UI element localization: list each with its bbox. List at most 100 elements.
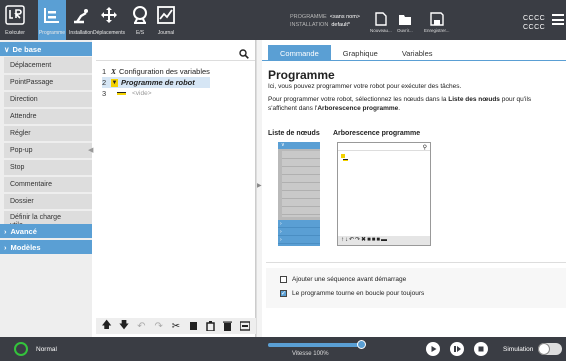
installation-tab[interactable]: Installation: [69, 4, 93, 38]
tree-divider: [96, 60, 255, 61]
section-advanced[interactable]: › Avancé: [0, 224, 92, 238]
nav-item-stop[interactable]: Stop: [4, 160, 92, 176]
play-icon: [431, 346, 437, 352]
new-file-label: Nouveau...: [370, 28, 392, 33]
expand-arrow-icon[interactable]: ▶: [257, 182, 262, 189]
menu-icon[interactable]: [552, 14, 564, 25]
options-box: Ajouter une séquence avant démarrage ✓ L…: [266, 268, 566, 308]
tree-node-label: <vide>: [132, 90, 152, 97]
user-line-1: CCCC: [523, 15, 546, 22]
tab-underline: [262, 60, 566, 61]
move-up-icon[interactable]: 🡅: [101, 320, 113, 332]
simulation-label: Simulation: [503, 346, 534, 353]
copy-icon[interactable]: [187, 320, 199, 332]
section-templates[interactable]: › Modèles: [0, 240, 92, 254]
ur-logo-icon: [4, 4, 26, 26]
mini-toolbar: ↑↓↶↷✖■■■▬: [338, 236, 430, 245]
stop-button[interactable]: [474, 342, 488, 356]
instr-node-list: Liste des nœuds: [448, 96, 500, 103]
program-tree-panel: 1 X Configuration des variables 2 ▼ Prog…: [96, 40, 256, 337]
divider: [266, 262, 566, 263]
empty-node-icon-small: [343, 159, 348, 161]
search-icon[interactable]: [239, 46, 249, 64]
speed-slider-knob[interactable]: [357, 340, 366, 349]
line-number: 2: [102, 78, 107, 87]
section-advanced-label: Avancé: [10, 226, 37, 236]
checkbox-loop-forever[interactable]: ✓: [280, 290, 287, 297]
redo-icon[interactable]: ↷: [153, 320, 165, 332]
chevron-right-icon: ›: [4, 226, 7, 236]
node-category-nav: ∨ De base Déplacement PointPassage Direc…: [0, 40, 92, 337]
program-icon: [41, 4, 63, 26]
cut-icon[interactable]: ✂: [170, 320, 182, 332]
user-line-2: CCCC: [523, 24, 546, 31]
loop-forever-option[interactable]: ✓ Le programme tourne en boucle pour tou…: [280, 290, 424, 297]
variable-x-icon: X: [111, 67, 117, 76]
nav-item-comment[interactable]: Commentaire: [4, 177, 92, 193]
panel-instructions: Pour programmer votre robot, sélectionne…: [268, 96, 560, 113]
add-before-start-option[interactable]: Ajouter une séquence avant démarrage: [280, 276, 406, 283]
tab-command[interactable]: Commande: [268, 45, 331, 61]
delete-icon[interactable]: [222, 320, 234, 332]
empty-node-icon: [117, 92, 126, 95]
section-basic[interactable]: ∨ De base: [0, 42, 92, 56]
nav-item-waypoint[interactable]: PointPassage: [4, 75, 92, 91]
play-button[interactable]: [426, 342, 440, 356]
nav-item-popup[interactable]: Pop-up: [4, 143, 92, 159]
paste-icon[interactable]: [205, 320, 217, 332]
run-tab[interactable]: Exécuter: [4, 4, 26, 38]
tree-node-robot-program[interactable]: 2 ▼ Programme de robot: [102, 77, 210, 88]
node-list-sections: › › ›: [278, 220, 320, 246]
simulation-toggle[interactable]: [538, 343, 562, 355]
program-info: PROGRAMME <sans nom> INSTALLATION defaul…: [290, 14, 360, 29]
tree-toolbar: 🡅 🡇 ↶ ↷ ✂: [96, 318, 256, 334]
run-label: Exécuter: [5, 30, 25, 36]
nav-item-label: Déplacement: [10, 61, 52, 69]
new-file-button[interactable]: Nouveau...: [370, 12, 392, 33]
open-file-button[interactable]: Ouvrir...: [397, 12, 413, 33]
stop-icon: [478, 346, 484, 352]
tree-node-empty[interactable]: 3 <vide>: [102, 88, 252, 99]
checkbox-add-before-start[interactable]: [280, 276, 287, 283]
nav-item-set[interactable]: Régler: [4, 126, 92, 142]
tab-variables[interactable]: Variables: [390, 45, 445, 61]
line-number: 3: [102, 89, 107, 98]
program-tab[interactable]: Programme: [38, 0, 66, 40]
program-name: <sans nom>: [329, 14, 361, 20]
power-status-icon[interactable]: [14, 342, 28, 356]
undo-icon[interactable]: ↶: [135, 320, 147, 332]
move-arrows-icon: [98, 4, 120, 26]
nav-item-wait[interactable]: Attendre: [4, 109, 92, 125]
new-file-icon: [375, 12, 387, 26]
nav-item-direction[interactable]: Direction: [4, 92, 92, 108]
instr-text-a: Pour programmer votre robot, sélectionne…: [268, 96, 449, 103]
program-tree-label: Arborescence programme: [333, 130, 421, 137]
tab-label: Graphique: [342, 48, 378, 58]
io-label: E/S: [135, 30, 145, 36]
user-info: CCCC CCCC: [523, 14, 545, 32]
speed-slider[interactable]: [268, 340, 366, 349]
io-tab[interactable]: E/S: [130, 4, 150, 38]
nav-item-move[interactable]: Déplacement: [4, 57, 92, 74]
tab-graphics[interactable]: Graphique: [331, 45, 390, 61]
tree-node-variables[interactable]: 1 X Configuration des variables: [102, 66, 252, 77]
program-info-label: PROGRAMME: [290, 14, 327, 20]
collapse-nav-icon[interactable]: ◀: [88, 146, 96, 154]
move-tab[interactable]: Déplacements: [93, 4, 125, 38]
save-file-button[interactable]: Enregistrer...: [424, 12, 450, 33]
folder-icon: [398, 15, 411, 25]
nav-item-folder[interactable]: Dossier: [4, 194, 92, 210]
move-down-icon[interactable]: 🡇: [118, 320, 130, 332]
step-button[interactable]: [450, 342, 464, 356]
speed-slider-fill: [268, 343, 362, 347]
log-tab[interactable]: Journal: [155, 4, 177, 38]
program-node-icon: ▼: [111, 78, 118, 87]
nav-item-label: Direction: [10, 96, 38, 103]
tab-label: Variables: [401, 48, 433, 58]
nav-item-label: Régler: [10, 130, 31, 137]
save-icon: [430, 12, 444, 26]
nav-item-label: Commentaire: [10, 181, 53, 188]
suppress-icon[interactable]: [239, 320, 251, 332]
robot-status-text: Normal: [36, 346, 57, 353]
bottom-bar: Normal Vitesse 100% Simulation: [0, 337, 566, 361]
